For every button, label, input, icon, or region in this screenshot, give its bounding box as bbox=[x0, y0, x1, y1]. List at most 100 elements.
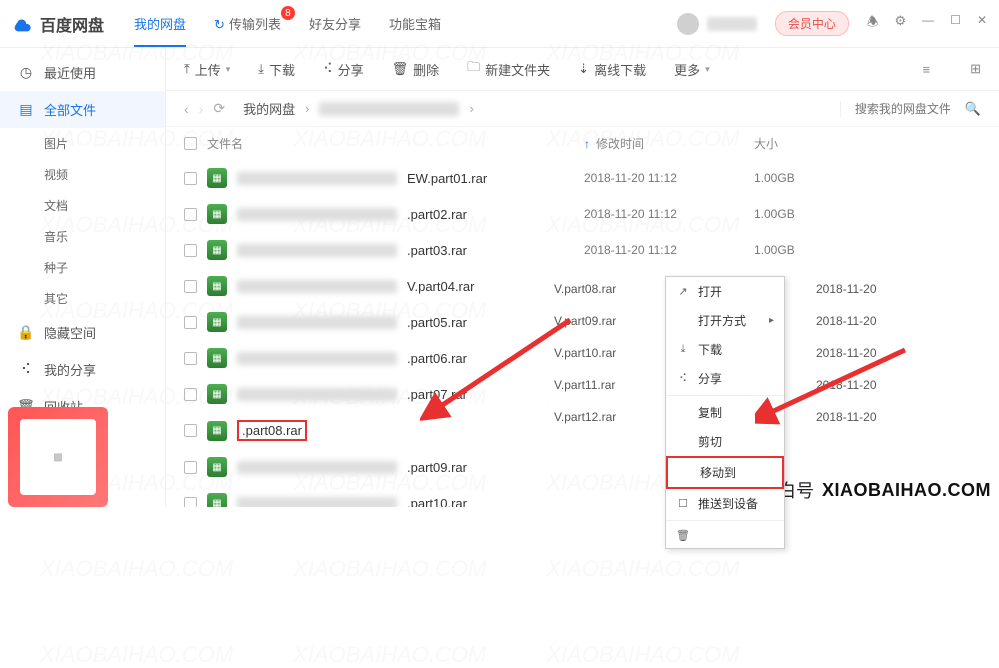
forward-icon[interactable]: › bbox=[199, 101, 204, 117]
app-header: 百度网盘 我的网盘 ↻传输列表8 好友分享 功能宝箱 会员中心 🕭 ⚙ — ☐ … bbox=[0, 0, 999, 48]
chevron-right-icon: ▸ bbox=[769, 315, 774, 326]
maximize-icon[interactable]: ☐ bbox=[950, 13, 961, 35]
row-checkbox[interactable] bbox=[184, 172, 197, 185]
row-checkbox[interactable] bbox=[184, 316, 197, 329]
download-button[interactable]: ⤓下载 bbox=[258, 60, 295, 79]
rar-icon: ▦ bbox=[207, 348, 227, 368]
separator bbox=[666, 395, 784, 396]
trash-icon: 🗑 bbox=[676, 529, 690, 542]
vip-button[interactable]: 会员中心 bbox=[775, 11, 849, 36]
context-menu: ↗打开 打开方式▸ ⤓下载 ⠪分享 复制 剪切 移动到 ☐推送到设备 🗑 bbox=[665, 276, 785, 549]
row-checkbox[interactable] bbox=[184, 388, 197, 401]
ctx-download[interactable]: ⤓下载 bbox=[666, 335, 784, 364]
sidebar-hidden[interactable]: 🔒隐藏空间 bbox=[0, 314, 165, 351]
file-date: 2018-11-20 bbox=[810, 273, 890, 305]
sidebar-cat-images[interactable]: 图片 bbox=[0, 128, 165, 159]
list-view-icon[interactable]: ≡ bbox=[923, 62, 931, 77]
crumb-root[interactable]: 我的网盘 bbox=[243, 99, 295, 118]
file-row[interactable]: V.part11.rar bbox=[548, 369, 678, 401]
sidebar-my-share[interactable]: ⠪我的分享 bbox=[0, 351, 165, 388]
lock-icon: 🔒 bbox=[18, 325, 34, 341]
grid-view-icon[interactable]: ⊞ bbox=[970, 61, 981, 77]
row-checkbox[interactable] bbox=[184, 280, 197, 293]
gear-icon[interactable]: ⚙ bbox=[895, 13, 907, 35]
chevron-down-icon: ▾ bbox=[705, 64, 710, 75]
share-icon: ⠪ bbox=[323, 61, 333, 77]
file-date: 2018-11-20 bbox=[810, 305, 890, 337]
tab-my-disk[interactable]: 我的网盘 bbox=[134, 0, 186, 47]
file-row[interactable]: V.part08.rar bbox=[548, 273, 678, 305]
sidebar-cat-video[interactable]: 视频 bbox=[0, 159, 165, 190]
rar-icon: ▦ bbox=[207, 276, 227, 296]
ctx-share[interactable]: ⠪分享 bbox=[666, 364, 784, 393]
toolbar: ⤒上传▾ ⤓下载 ⠪分享 🗑删除 🗀新建文件夹 ⇣离线下载 更多▾ ≡ ⊞ bbox=[166, 48, 999, 91]
row-checkbox[interactable] bbox=[184, 424, 197, 437]
delete-icon: 🗑 bbox=[392, 61, 409, 77]
sort-arrow-icon[interactable]: ↑ bbox=[584, 137, 590, 151]
file-row[interactable]: V.part12.rar bbox=[548, 401, 678, 433]
col-name[interactable]: 文件名 bbox=[207, 135, 243, 152]
minimize-icon[interactable]: — bbox=[922, 13, 934, 35]
ctx-delete[interactable]: 🗑 bbox=[666, 523, 784, 548]
crumb-blurred bbox=[319, 102, 459, 116]
upload-button[interactable]: ⤒上传▾ bbox=[184, 60, 230, 79]
col-size[interactable]: 大小 bbox=[754, 137, 778, 151]
tab-transfers[interactable]: ↻传输列表8 bbox=[214, 0, 281, 47]
ctx-push-device[interactable]: ☐推送到设备 bbox=[666, 489, 784, 518]
sidebar-cat-docs[interactable]: 文档 bbox=[0, 190, 165, 221]
delete-button[interactable]: 🗑删除 bbox=[392, 60, 440, 79]
ctx-open[interactable]: ↗打开 bbox=[666, 277, 784, 306]
file-row[interactable]: V.part09.rar bbox=[548, 305, 678, 337]
row-checkbox[interactable] bbox=[184, 497, 197, 508]
brand-text: 百度网盘 bbox=[40, 12, 104, 36]
row-checkbox[interactable] bbox=[184, 352, 197, 365]
tab-friend-share[interactable]: 好友分享 bbox=[309, 0, 361, 47]
ctx-copy[interactable]: 复制 bbox=[666, 398, 784, 427]
username-blurred bbox=[707, 17, 757, 31]
sidebar-recent[interactable]: ◷最近使用 bbox=[0, 54, 165, 91]
reload-icon[interactable]: ⟳ bbox=[213, 100, 225, 117]
rar-icon: ▦ bbox=[207, 421, 227, 441]
rar-icon: ▦ bbox=[207, 312, 227, 332]
ctx-cut[interactable]: 剪切 bbox=[666, 427, 784, 456]
back-icon[interactable]: ‹ bbox=[184, 101, 189, 117]
sidebar-all-files[interactable]: ▤全部文件 bbox=[0, 91, 165, 128]
main-tabs: 我的网盘 ↻传输列表8 好友分享 功能宝箱 bbox=[134, 0, 441, 47]
qr-promo[interactable]: ▩ bbox=[8, 407, 108, 507]
cloud-icon bbox=[12, 13, 34, 35]
download-icon: ⤓ bbox=[676, 343, 690, 356]
bell-icon[interactable]: 🕭 bbox=[867, 13, 879, 35]
file-row[interactable]: ▦.part02.rar2018-11-20 11:121.00GB bbox=[166, 196, 999, 232]
row-checkbox[interactable] bbox=[184, 461, 197, 474]
new-folder-button[interactable]: 🗀新建文件夹 bbox=[467, 58, 550, 80]
row-checkbox[interactable] bbox=[184, 244, 197, 257]
select-all-checkbox[interactable] bbox=[184, 137, 197, 150]
ctx-open-with[interactable]: 打开方式▸ bbox=[666, 306, 784, 335]
file-row[interactable]: ▦EW.part01.rar2018-11-20 11:121.00GB bbox=[166, 160, 999, 196]
col-mtime[interactable]: 修改时间 bbox=[596, 135, 644, 152]
sidebar-cat-seeds[interactable]: 种子 bbox=[0, 252, 165, 283]
share-button[interactable]: ⠪分享 bbox=[323, 60, 364, 79]
sidebar-cat-other[interactable]: 其它 bbox=[0, 283, 165, 314]
upload-icon: ⤒ bbox=[184, 61, 190, 77]
download-icon: ⤓ bbox=[258, 61, 264, 77]
ctx-move-to[interactable]: 移动到 bbox=[666, 456, 784, 489]
more-button[interactable]: 更多▾ bbox=[674, 60, 710, 79]
avatar[interactable] bbox=[677, 13, 699, 35]
file-list-secondary-dates: 2018-11-202018-11-202018-11-202018-11-20… bbox=[810, 273, 890, 433]
search-box[interactable]: 🔍 bbox=[840, 101, 981, 117]
offline-download-button[interactable]: ⇣离线下载 bbox=[578, 60, 646, 79]
file-row[interactable]: V.part10.rar bbox=[548, 337, 678, 369]
file-row[interactable]: ▦.part03.rar2018-11-20 11:121.00GB bbox=[166, 232, 999, 268]
chevron-down-icon: ▾ bbox=[226, 64, 231, 75]
search-input[interactable] bbox=[855, 102, 965, 116]
close-icon[interactable]: ✕ bbox=[977, 13, 987, 35]
tab-toolbox[interactable]: 功能宝箱 bbox=[389, 0, 441, 47]
search-icon[interactable]: 🔍 bbox=[965, 101, 981, 117]
row-checkbox[interactable] bbox=[184, 208, 197, 221]
separator bbox=[666, 520, 784, 521]
header-icons: 🕭 ⚙ — ☐ ✕ bbox=[867, 13, 987, 35]
file-date: 2018-11-20 bbox=[810, 337, 890, 369]
rar-icon: ▦ bbox=[207, 384, 227, 404]
sidebar-cat-music[interactable]: 音乐 bbox=[0, 221, 165, 252]
